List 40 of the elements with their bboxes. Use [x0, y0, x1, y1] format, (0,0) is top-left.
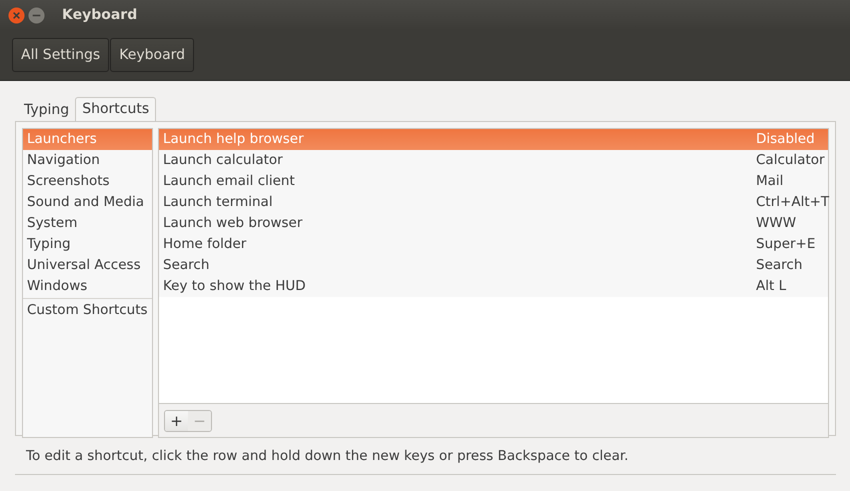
add-button[interactable]: +	[165, 410, 188, 430]
action-label: Launch web browser	[163, 214, 302, 233]
category-item[interactable]: Navigation	[23, 150, 152, 171]
tab[interactable]: Shortcuts	[75, 97, 156, 121]
category-item[interactable]: Sound and Media	[23, 192, 152, 213]
action-label: Search	[163, 256, 210, 275]
category-item[interactable]: Universal Access	[23, 255, 152, 276]
action-label: Launch calculator	[163, 151, 283, 170]
shortcut-row[interactable]: Home folder Super+E	[159, 234, 828, 255]
category-item[interactable]: Windows	[23, 276, 152, 297]
action-label: Home folder	[163, 235, 246, 254]
shortcut-keys: Disabled	[756, 129, 828, 150]
shortcut-keys: Ctrl+Alt+T	[756, 192, 828, 213]
shortcut-row[interactable]: Launch email client Mail	[159, 171, 828, 192]
shortcut-keys: Search	[756, 255, 828, 276]
shortcut-keys: Super+E	[756, 234, 828, 255]
shortcut-keys: WWW	[756, 213, 828, 234]
shortcut-row[interactable]: Search Search	[159, 255, 828, 276]
action-label: Key to show the HUD	[163, 277, 306, 296]
shortcut-keys: Mail	[756, 171, 828, 192]
action-label: Launch email client	[163, 172, 295, 191]
tab[interactable]: Typing	[18, 99, 76, 121]
shortcut-row[interactable]: Launch terminal Ctrl+Alt+T	[159, 192, 828, 213]
close-icon[interactable]	[8, 6, 25, 24]
shortcut-row[interactable]: Launch calculator Calculator	[159, 150, 828, 171]
category-item[interactable]: System	[23, 213, 152, 234]
action-label: Launch help browser	[163, 130, 304, 149]
action-label: Launch terminal	[163, 193, 273, 212]
breadcrumb-button[interactable]: All Settings	[12, 38, 110, 72]
category-item[interactable]: Screenshots	[23, 171, 152, 192]
shortcut-keys: Alt L	[756, 276, 828, 297]
hint-text: To edit a shortcut, click the row and hold down the new keys or press Backspace to clear.	[15, 436, 836, 475]
category-item[interactable]: Custom Shortcuts	[23, 300, 152, 321]
window-title: Keyboard	[62, 7, 138, 23]
shortcut-row[interactable]: Key to show the HUD Alt L	[159, 276, 828, 297]
shortcut-keys: Calculator	[756, 150, 828, 171]
minimize-icon[interactable]	[28, 6, 45, 24]
category-item[interactable]: Typing	[23, 234, 152, 255]
shortcut-row[interactable]: Launch web browser WWW	[159, 213, 828, 234]
breadcrumb-button[interactable]: Keyboard	[110, 38, 194, 72]
